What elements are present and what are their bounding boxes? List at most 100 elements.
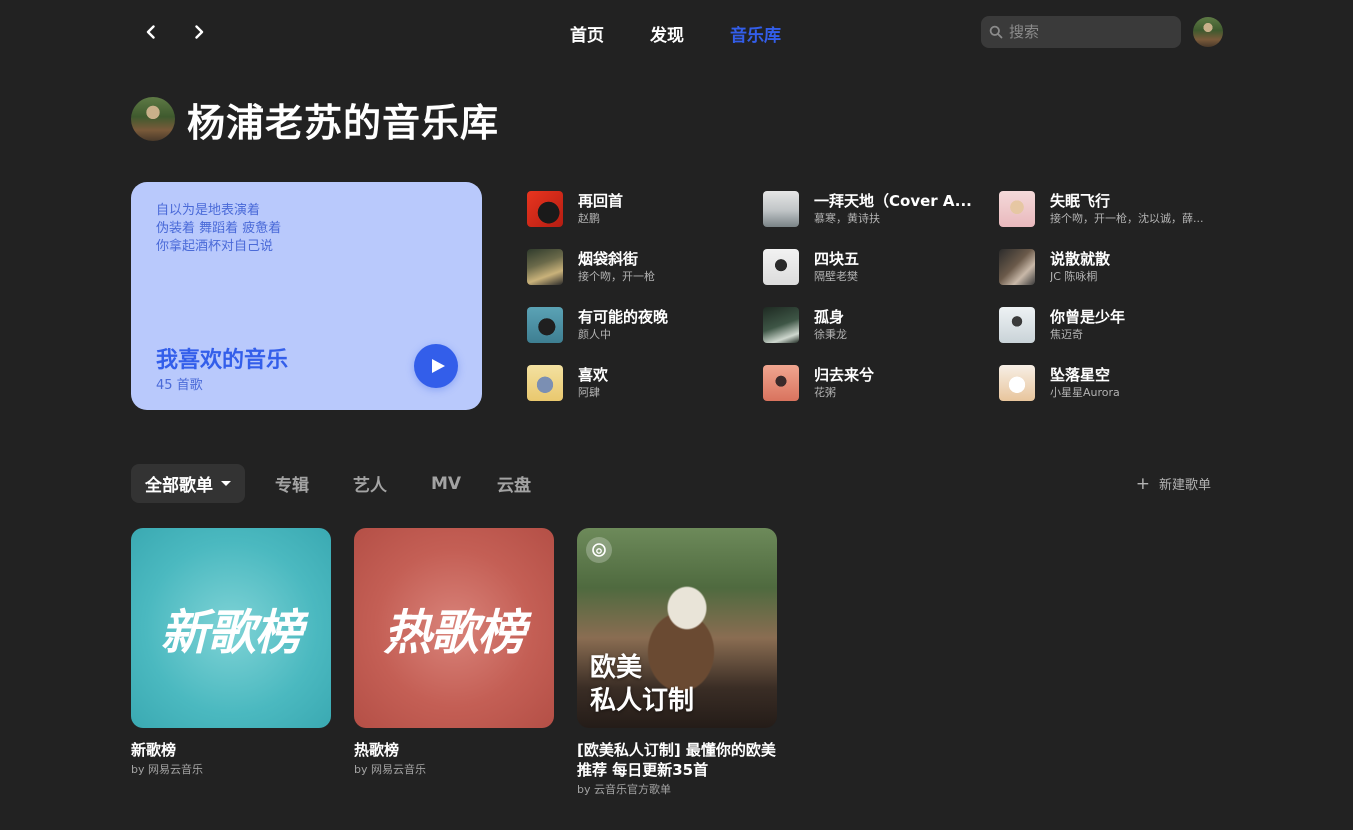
back-button[interactable] [139,20,163,44]
playlist-cover: 欧美 私人订制 [577,528,777,728]
song-cover [763,365,799,401]
song-item[interactable]: 坠落星空小星星Aurora [999,365,1219,401]
song-title: 孤身 [814,308,845,326]
new-playlist-label: 新建歌单 [1158,478,1211,493]
song-artist: 隔壁老樊 [814,270,858,283]
song-artist: 慕寒，黄诗扶 [814,212,880,225]
page-title: 杨浦老苏的音乐库 [187,100,500,145]
song-cover [999,307,1035,343]
song-cover [527,307,563,343]
tab-label: 全部歌单 [145,476,213,496]
song-title: 你曾是少年 [1050,308,1126,326]
song-item[interactable]: 一拜天地（Cover A... 慕寒，黄诗扶 [763,191,983,227]
song-artist: JC 陈咏桐 [1050,270,1098,283]
nav-tab-library[interactable]: 音乐库 [730,21,781,46]
play-liked-button[interactable] [414,344,458,388]
song-item[interactable]: 烟袋斜街接个吻，开一枪 [527,249,747,285]
song-item[interactable]: 有可能的夜晚 颜人中 [527,307,747,343]
plus-icon: + [1135,473,1150,494]
song-artist: 徐秉龙 [814,328,847,341]
song-item[interactable]: 四块五 隔壁老樊 [763,249,983,285]
new-playlist-button[interactable]: + 新建歌单 [1136,464,1211,503]
song-cover [527,249,563,285]
playlist-cover: 热歌榜 [354,528,554,728]
nav-tab-explore[interactable]: 发现 [650,21,684,46]
playlist-card[interactable]: 欧美 私人订制 [欧美私人订制] 最懂你的欧美推荐 每日更新35首 by 云音乐… [577,528,777,797]
forward-button[interactable] [187,20,211,44]
search-box[interactable] [981,16,1181,48]
nav-tab-home[interactable]: 首页 [570,21,604,46]
song-item[interactable]: 你曾是少年 焦迈奇 [999,307,1219,343]
song-title: 烟袋斜街 [578,250,639,268]
top-bar: 首页 发现 音乐库 [0,0,1353,64]
liked-songs-card[interactable]: 自以为是地表演着 伪装着 舞蹈着 疲惫着 你拿起酒杯对自己说 我喜欢的音乐 45… [131,182,482,410]
chevron-right-icon [195,25,204,39]
song-item[interactable]: 失眠飞行 接个吻，开一枪，沈以诚，薛... [999,191,1219,227]
chevron-left-icon [146,25,155,39]
song-artist: 焦迈奇 [1050,328,1083,341]
cover-text-line: 欧美 [590,653,643,683]
song-cover [763,249,799,285]
cover-text: 热歌榜 [383,605,525,661]
avatar [131,97,175,141]
song-title: 有可能的夜晚 [578,308,669,326]
song-artist: 阿肆 [578,386,600,399]
song-title: 四块五 [814,250,860,268]
playlist-creator: by 网易云音乐 [131,763,203,776]
play-icon [431,359,445,373]
avatar [1193,17,1223,47]
tab-all-playlists[interactable]: 全部歌单 [131,464,245,503]
library-tabs: 全部歌单 专辑 艺人 MV 云盘 + 新建歌单 [131,464,1211,503]
lyric-line: 伪装着 舞蹈着 疲惫着 [156,221,282,236]
song-title: 归去来兮 [814,366,875,384]
song-cover [763,307,799,343]
song-title: 坠落星空 [1050,366,1111,384]
song-title: 再回首 [578,192,624,210]
song-title: 一拜天地（Cover A... [814,192,972,210]
song-item[interactable]: 说散就散 JC 陈咏桐 [999,249,1219,285]
song-artist: 赵鹏 [578,212,600,225]
cover-text: 新歌榜 [160,605,302,661]
search-icon [989,25,1003,39]
song-cover [999,365,1035,401]
song-item[interactable]: 喜欢 阿肆 [527,365,747,401]
song-cover [527,365,563,401]
lyric-line: 你拿起酒杯对自己说 [156,239,274,254]
tab-mv[interactable]: MV [431,464,461,503]
song-artist: 花粥 [814,386,836,399]
song-item[interactable]: 孤身 徐秉龙 [763,307,983,343]
song-artist: 颜人中 [578,328,611,341]
tab-albums[interactable]: 专辑 [275,464,309,503]
playlist-card[interactable]: 新歌榜 新歌榜 by 网易云音乐 [131,528,331,777]
song-item[interactable]: 归去来兮 花粥 [763,365,983,401]
playlist-title: [欧美私人订制] 最懂你的欧美推荐 每日更新35首 [577,741,776,779]
playlist-cover: 新歌榜 [131,528,331,728]
playlist-creator: by 云音乐官方歌单 [577,783,671,796]
lyric-line: 自以为是地表演着 [156,203,261,218]
tab-cloud-disk[interactable]: 云盘 [497,464,531,503]
liked-songs-title: 我喜欢的音乐 [156,348,289,373]
song-artist: 小星星Aurora [1050,386,1120,399]
playlist-card[interactable]: 热歌榜 热歌榜 by 网易云音乐 [354,528,554,777]
song-title: 喜欢 [578,366,609,384]
search-input[interactable] [1009,23,1169,41]
liked-songs-list: 再回首赵鹏 一拜天地（Cover A... 慕寒，黄诗扶 失眠飞行 接个吻，开一枪，… [527,191,1227,411]
library-header: 杨浦老苏的音乐库 [131,96,499,145]
netease-icon [586,537,612,563]
song-item[interactable]: 再回首 赵鹏 [527,191,747,227]
song-title: 失眠飞行 [1050,192,1111,210]
song-cover [527,191,563,227]
song-title: 说散就散 [1050,250,1111,268]
caret-down-icon [221,481,231,486]
tab-artists[interactable]: 艺人 [353,464,387,503]
playlist-creator: by 网易云音乐 [354,763,426,776]
song-cover [999,249,1035,285]
user-avatar-button[interactable] [1193,17,1223,47]
playlist-title: 新歌榜 [131,741,177,759]
song-cover [999,191,1035,227]
cover-text-line: 私人订制 [590,686,695,716]
liked-songs-count: 45 首歌 [156,378,203,393]
song-artist: 接个吻，开一枪 [578,270,655,283]
song-cover [763,191,799,227]
cover-overlay-text: 欧美 私人订制 [590,652,694,718]
